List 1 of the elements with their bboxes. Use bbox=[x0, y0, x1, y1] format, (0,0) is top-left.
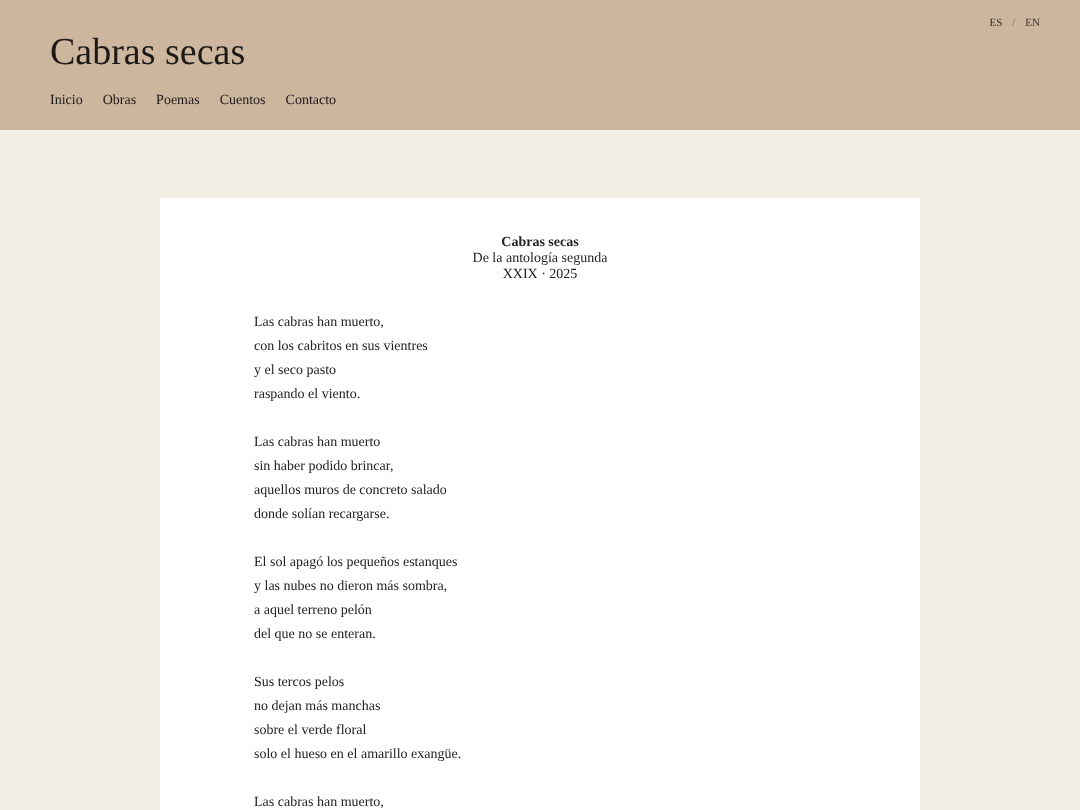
site-title: Cabras secas bbox=[50, 32, 248, 76]
